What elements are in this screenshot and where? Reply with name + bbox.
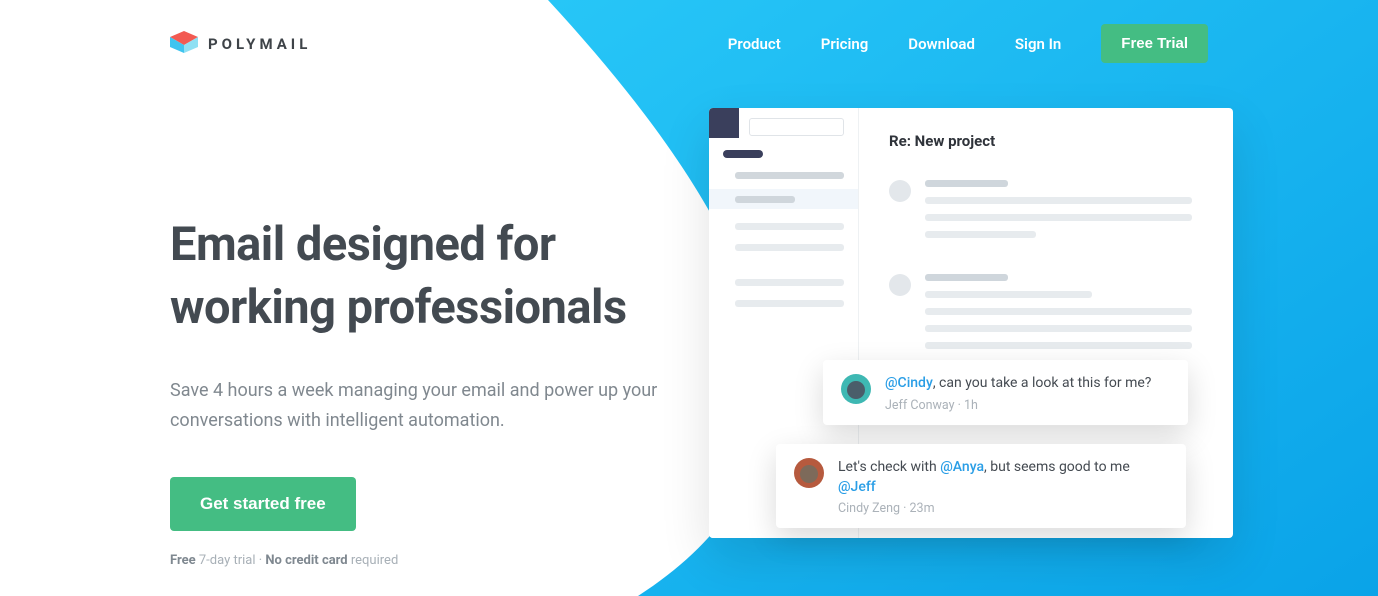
avatar	[841, 374, 871, 404]
trial-note: Free 7-day trial · No credit card requir…	[170, 553, 720, 568]
preview-line	[735, 223, 844, 230]
preview-line	[925, 291, 1092, 298]
get-started-button[interactable]: Get started free	[170, 477, 356, 531]
trial-note-trial: 7-day trial ·	[196, 553, 266, 568]
comment-body: @Cindy, can you take a look at this for …	[885, 374, 1168, 413]
comment-body: Let's check with @Anya, but seems good t…	[838, 458, 1166, 516]
preview-subject: Re: New project	[889, 132, 1203, 150]
preview-line	[925, 214, 1192, 221]
preview-row-active	[709, 189, 858, 209]
avatar-placeholder	[889, 180, 911, 202]
logo-text: POLYMAIL	[208, 35, 311, 53]
preview-message	[889, 274, 1203, 359]
preview-line	[925, 308, 1192, 315]
comment-card: @Cindy, can you take a look at this for …	[823, 360, 1188, 425]
hero-section: Email designed for working professionals…	[0, 63, 720, 568]
preview-line	[925, 197, 1192, 204]
main-nav: Product Pricing Download Sign In Free Tr…	[728, 24, 1208, 63]
comment-meta: Jeff Conway · 1h	[885, 398, 1168, 413]
logo[interactable]: POLYMAIL	[170, 31, 311, 57]
preview-line	[735, 279, 844, 286]
preview-search-placeholder	[749, 118, 844, 136]
trial-note-req: required	[348, 553, 399, 568]
preview-line	[925, 342, 1192, 349]
hero-title: Email designed for working professionals	[170, 213, 720, 340]
comment-text: @Cindy, can you take a look at this for …	[885, 374, 1168, 394]
preview-line	[735, 244, 844, 251]
preview-line	[925, 180, 1008, 187]
header: POLYMAIL Product Pricing Download Sign I…	[0, 0, 1378, 63]
nav-pricing[interactable]: Pricing	[821, 35, 869, 53]
trial-note-nocc: No credit card	[265, 553, 347, 568]
comment-meta: Cindy Zeng · 23m	[838, 501, 1166, 516]
mention: @Anya	[940, 459, 984, 475]
avatar	[794, 458, 824, 488]
preview-label-placeholder	[723, 150, 763, 158]
comment-text: Let's check with @Anya, but seems good t…	[838, 458, 1166, 497]
mention: @Cindy	[885, 375, 933, 391]
mention: @Jeff	[838, 479, 876, 495]
preview-line	[925, 274, 1008, 281]
comment-card: Let's check with @Anya, but seems good t…	[776, 444, 1186, 528]
comment-text-part: Let's check with	[838, 459, 940, 475]
nav-signin[interactable]: Sign In	[1015, 35, 1061, 53]
trial-note-free: Free	[170, 553, 196, 568]
preview-line	[925, 325, 1192, 332]
hero-title-line1: Email designed for	[170, 217, 556, 272]
comment-text-part: , but seems good to me	[984, 459, 1130, 475]
preview-line	[735, 172, 844, 179]
nav-product[interactable]: Product	[728, 35, 781, 53]
hero-title-line2: working professionals	[170, 280, 627, 335]
avatar-placeholder	[889, 274, 911, 296]
hero-subtitle: Save 4 hours a week managing your email …	[170, 376, 720, 437]
preview-line	[735, 300, 844, 307]
comment-text-part: , can you take a look at this for me?	[933, 375, 1152, 391]
nav-download[interactable]: Download	[908, 35, 975, 53]
logo-icon	[170, 31, 198, 57]
preview-line	[925, 231, 1036, 238]
free-trial-button[interactable]: Free Trial	[1101, 24, 1208, 63]
preview-message	[889, 180, 1203, 248]
